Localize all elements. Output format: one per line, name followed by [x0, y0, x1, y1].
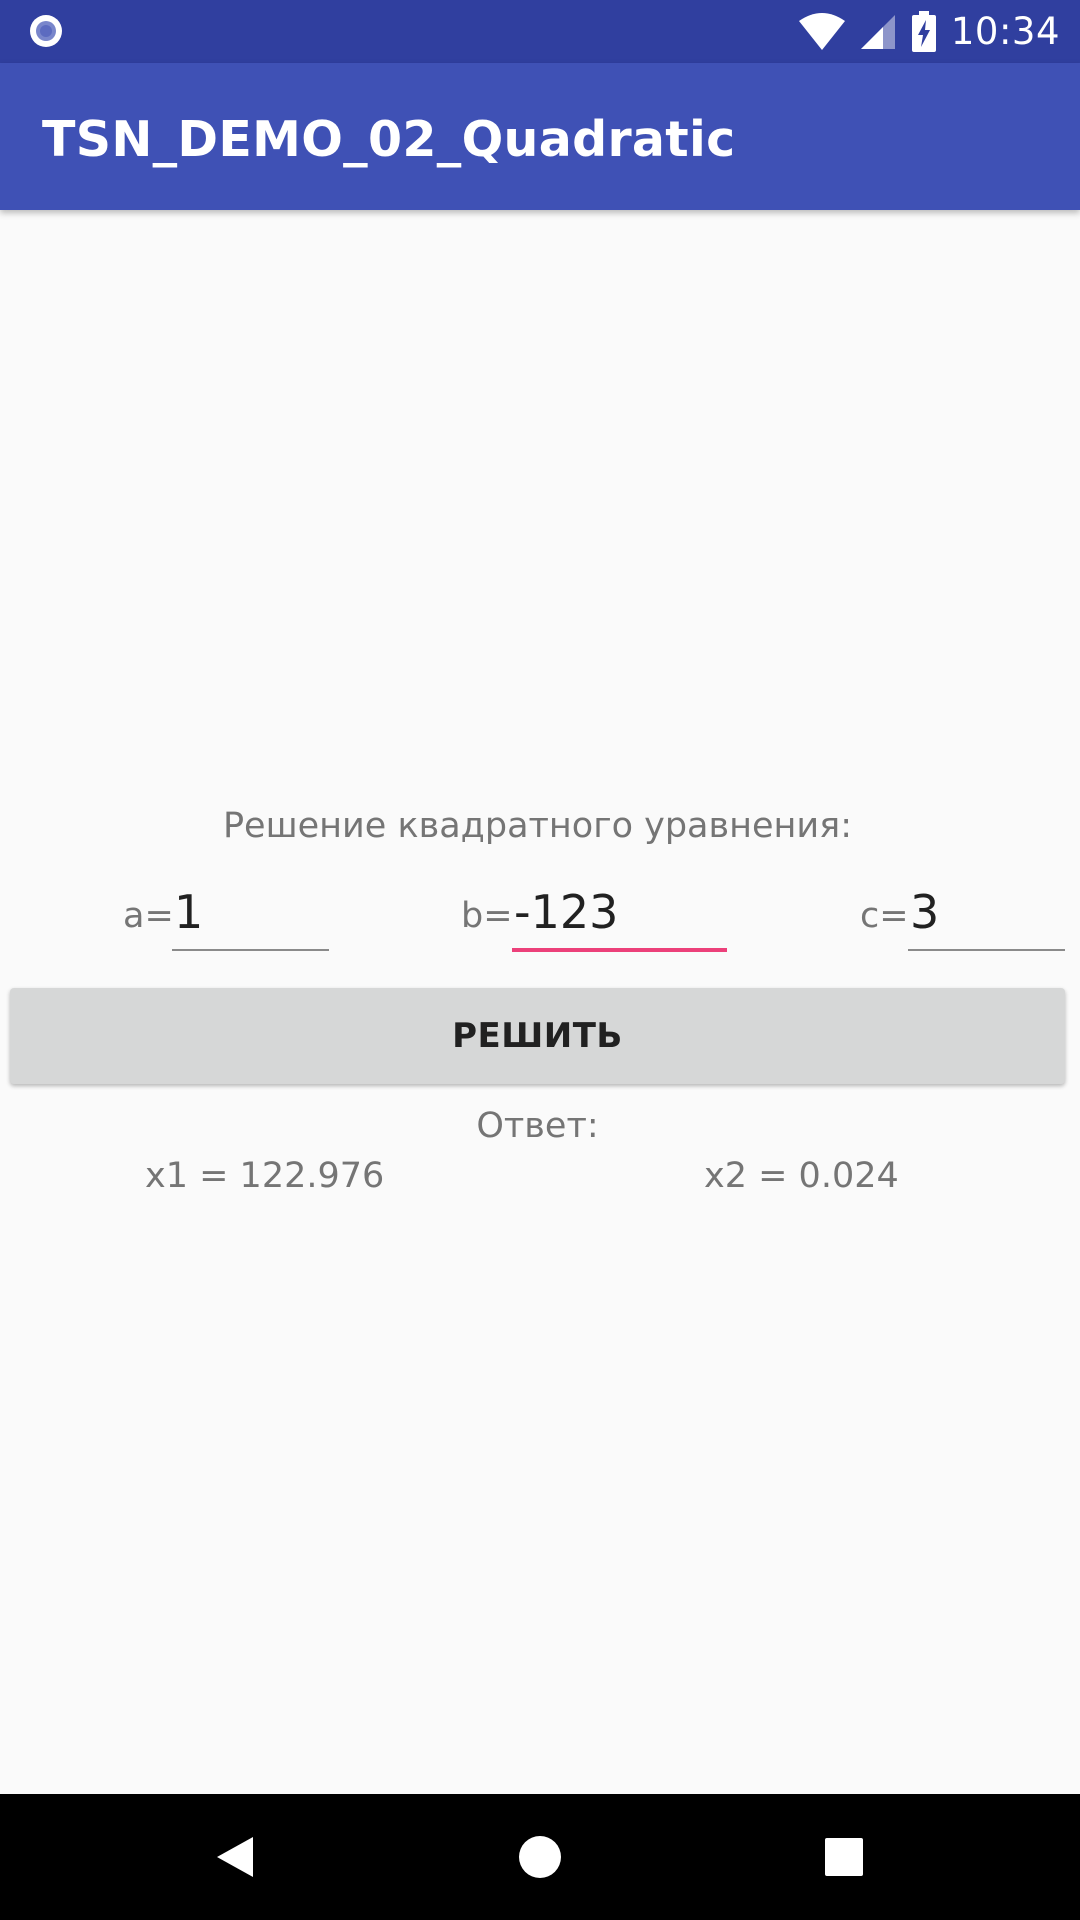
back-button[interactable]: [200, 1822, 270, 1892]
navigation-bar: [0, 1794, 1080, 1920]
recents-icon: [825, 1838, 863, 1876]
root-x2: x2 = 0.024: [704, 1156, 899, 1196]
root-x1: x1 = 122.976: [145, 1156, 385, 1196]
status-time: 10:34: [950, 10, 1060, 53]
main-content: Решение квадратного уравнения: a= b= c= …: [0, 210, 1080, 1794]
home-button[interactable]: [505, 1822, 575, 1892]
battery-charging-icon: [911, 10, 936, 52]
answer-label: Ответ:: [476, 1106, 599, 1146]
notification-dot-icon: [30, 15, 62, 47]
equation-heading: Решение квадратного уравнения:: [222, 806, 853, 846]
coef-a-underline: [172, 949, 329, 951]
app-bar: TSN_DEMO_02_Quadratic: [0, 63, 1080, 210]
recents-button[interactable]: [809, 1822, 879, 1892]
coef-c-underline: [908, 949, 1065, 951]
coef-b-underline: [512, 948, 727, 952]
coef-a-label: a=: [123, 896, 174, 936]
coef-c-label: c=: [860, 896, 909, 936]
app-title: TSN_DEMO_02_Quadratic: [42, 111, 736, 168]
coef-c-input[interactable]: [908, 878, 1065, 946]
wifi-icon: [798, 12, 845, 50]
back-icon: [217, 1837, 253, 1877]
status-icons: 10:34: [798, 0, 1060, 63]
coef-b-label: b=: [461, 896, 513, 936]
coef-a-input[interactable]: [172, 878, 329, 946]
status-bar: 10:34: [0, 0, 1080, 63]
home-icon: [519, 1836, 561, 1878]
coef-b-input[interactable]: [512, 878, 727, 946]
solve-button[interactable]: РЕШИТЬ: [10, 988, 1065, 1084]
cell-signal-icon: [860, 14, 895, 49]
